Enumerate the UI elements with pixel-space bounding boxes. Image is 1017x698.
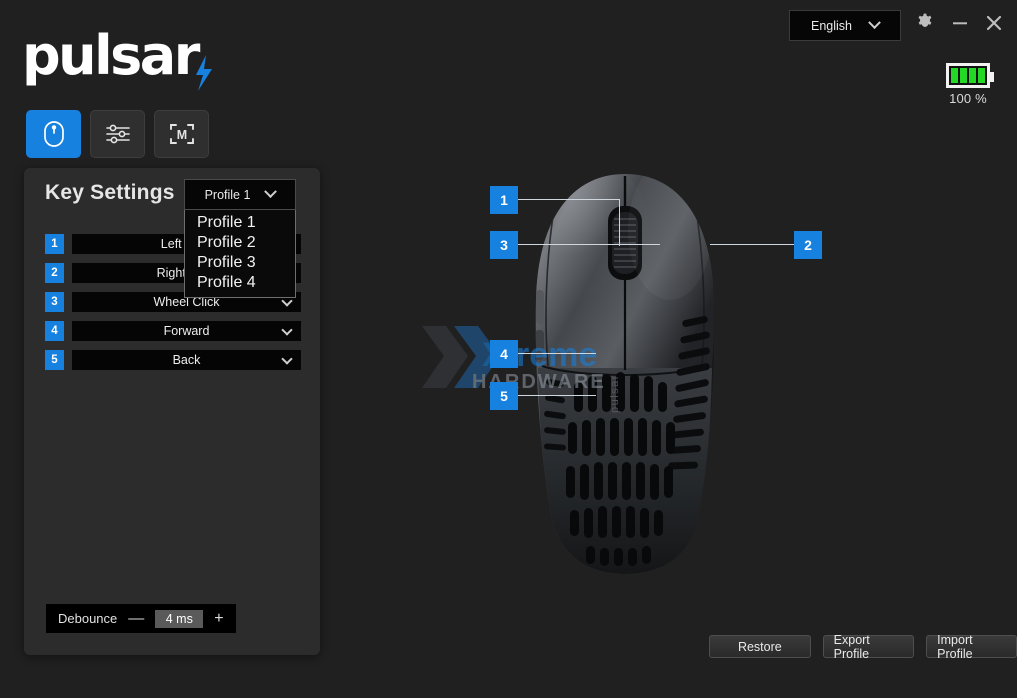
pulsar-logo-text: pulsar xyxy=(22,24,200,87)
battery-icon xyxy=(946,63,994,88)
tab-mouse[interactable] xyxy=(26,110,81,158)
profile-option-2[interactable]: Profile 2 xyxy=(185,233,295,253)
callout-leader-1 xyxy=(518,199,620,200)
debounce-stepper: Debounce — 4 ms + xyxy=(46,604,236,633)
profile-select-value: Profile 1 xyxy=(204,187,251,202)
close-icon[interactable] xyxy=(984,13,1004,33)
language-select-value: English xyxy=(811,18,852,33)
language-select[interactable]: English xyxy=(789,10,901,41)
mouse-illustration: pulsar xyxy=(535,174,715,574)
key-binding-value: Back xyxy=(172,353,201,367)
key-binding-select-4[interactable]: Forward xyxy=(72,321,301,341)
export-profile-button[interactable]: Export Profile xyxy=(822,633,915,661)
chevron-down-icon xyxy=(281,324,293,336)
key-number-badge: 1 xyxy=(45,234,64,254)
chevron-down-icon xyxy=(281,353,293,365)
window-controls xyxy=(914,12,1004,34)
profile-actions: Restore Export Profile Import Profile xyxy=(709,633,1017,661)
debounce-increment-button[interactable]: + xyxy=(214,610,223,627)
gear-icon[interactable] xyxy=(914,12,936,34)
debounce-decrement-button[interactable]: — xyxy=(128,610,144,627)
profile-option-3[interactable]: Profile 3 xyxy=(185,253,295,273)
svg-text:M: M xyxy=(176,128,186,142)
sliders-icon xyxy=(105,124,130,144)
macro-bracket-m-icon: M xyxy=(169,124,194,144)
callout-leader-1b xyxy=(619,199,620,246)
callout-leader-4 xyxy=(518,353,596,354)
tab-macro[interactable]: M xyxy=(154,110,209,158)
profile-dropdown-menu: Profile 1 Profile 2 Profile 3 Profile 4 xyxy=(184,210,296,298)
key-settings-panel: Key Settings Profile 1 Profile 1 Profile… xyxy=(24,168,320,655)
key-binding-select-5[interactable]: Back xyxy=(72,350,301,370)
callout-badge-2[interactable]: 2 xyxy=(794,231,822,259)
key-number-badge: 2 xyxy=(45,263,64,283)
chevron-down-icon xyxy=(264,185,278,199)
key-number-badge: 5 xyxy=(45,350,64,370)
svg-text:pulsar: pulsar xyxy=(609,374,621,413)
chevron-down-icon xyxy=(868,16,881,30)
profile-select[interactable]: Profile 1 xyxy=(184,179,296,210)
callout-badge-1[interactable]: 1 xyxy=(490,186,518,214)
tab-performance[interactable] xyxy=(90,110,145,158)
main-tabs: M xyxy=(26,110,209,158)
mouse-icon xyxy=(43,121,64,147)
callout-leader-3 xyxy=(518,244,660,245)
battery-indicator: 100 % xyxy=(944,63,994,106)
profile-option-4[interactable]: Profile 4 xyxy=(185,273,295,293)
key-binding-value: Forward xyxy=(163,324,210,338)
restore-button[interactable]: Restore xyxy=(709,635,811,658)
profile-option-1[interactable]: Profile 1 xyxy=(185,213,295,233)
key-row: 4 Forward xyxy=(45,321,301,341)
callout-badge-5[interactable]: 5 xyxy=(490,382,518,410)
callout-badge-3[interactable]: 3 xyxy=(490,231,518,259)
callout-leader-2 xyxy=(710,244,795,245)
pulsar-bolt-icon xyxy=(196,55,212,91)
callout-badge-4[interactable]: 4 xyxy=(490,340,518,368)
import-profile-button[interactable]: Import Profile xyxy=(926,633,1017,661)
minimize-icon[interactable] xyxy=(950,13,970,33)
pulsar-app-window: English 100 % pulsar M Key Settings Prof… xyxy=(0,0,1017,698)
mouse-diagram: pulsar 1 3 2 4 5 xyxy=(330,150,1017,620)
key-row: 5 Back xyxy=(45,350,301,370)
callout-leader-5 xyxy=(518,395,596,396)
key-number-badge: 3 xyxy=(45,292,64,312)
pulsar-logo: pulsar xyxy=(22,24,212,91)
debounce-value: 4 ms xyxy=(155,609,204,628)
battery-percent-label: 100 % xyxy=(949,91,987,106)
panel-title: Key Settings xyxy=(45,181,175,204)
debounce-label: Debounce xyxy=(58,611,118,626)
key-number-badge: 4 xyxy=(45,321,64,341)
